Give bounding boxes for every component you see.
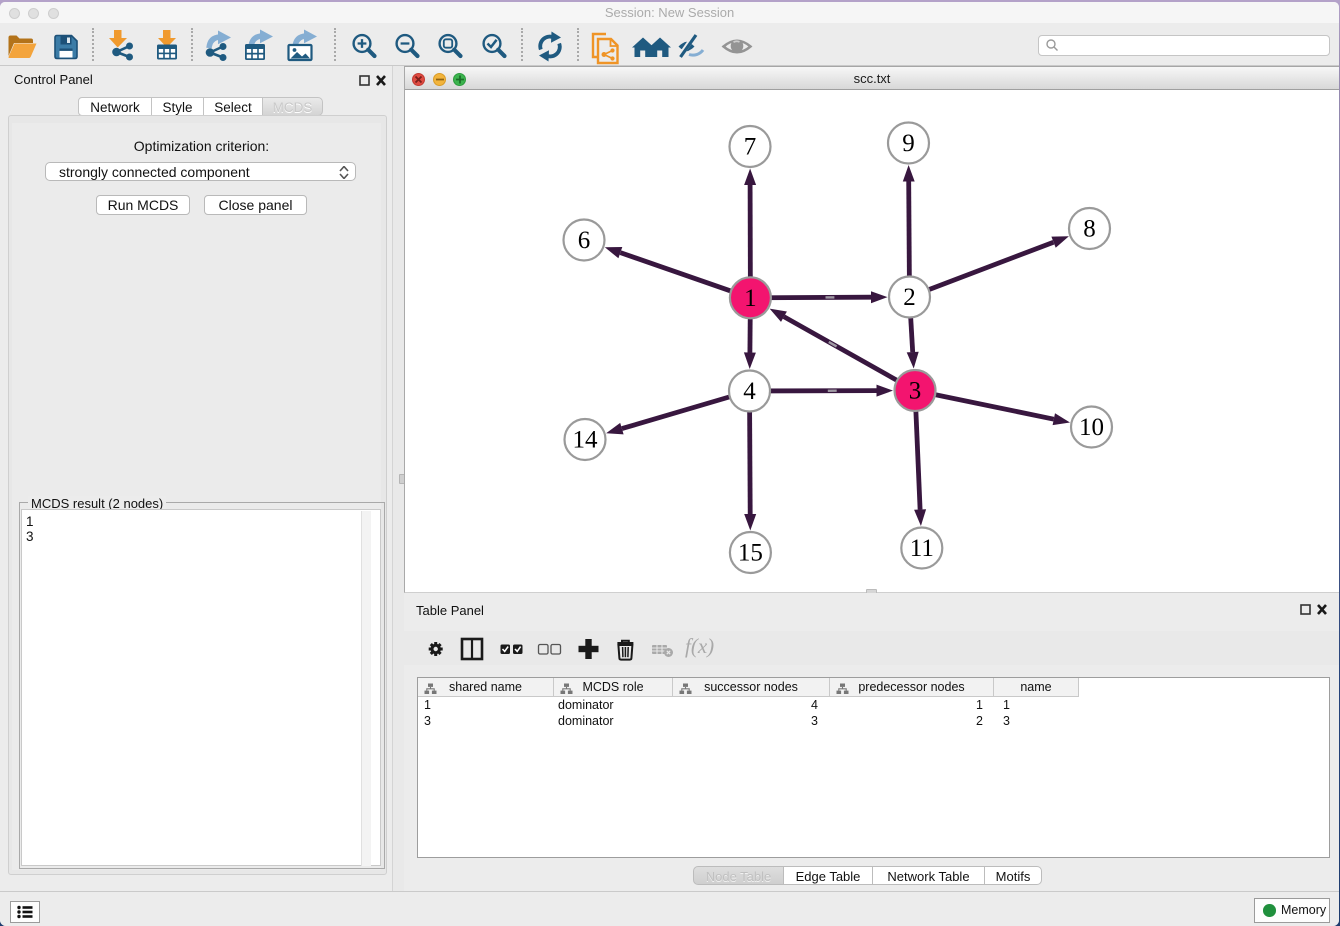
svg-text:10: 10 bbox=[1079, 414, 1104, 441]
svg-text:9: 9 bbox=[902, 130, 915, 157]
svg-text:2: 2 bbox=[903, 284, 916, 311]
svg-text:14: 14 bbox=[573, 427, 599, 454]
svg-text:3: 3 bbox=[909, 378, 922, 405]
svg-text:15: 15 bbox=[738, 540, 763, 567]
svg-text:8: 8 bbox=[1083, 216, 1096, 243]
svg-text:7: 7 bbox=[744, 134, 757, 161]
svg-text:1: 1 bbox=[744, 285, 757, 312]
svg-text:6: 6 bbox=[578, 227, 591, 254]
svg-text:4: 4 bbox=[743, 378, 756, 405]
svg-text:11: 11 bbox=[910, 535, 934, 562]
